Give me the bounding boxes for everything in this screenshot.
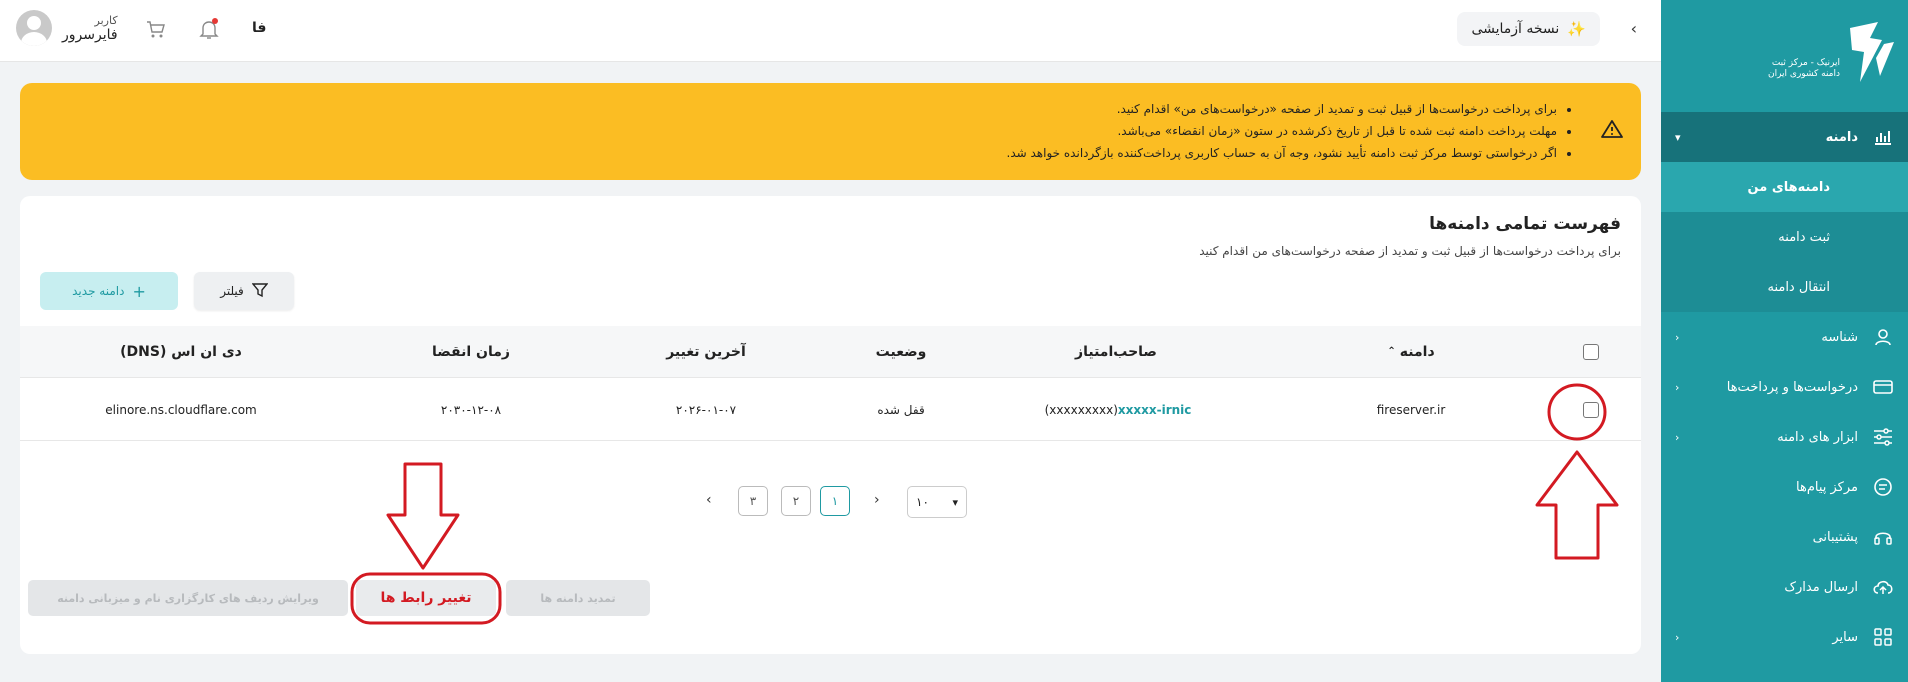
- grid-icon: [1872, 626, 1894, 648]
- card-icon: [1872, 376, 1894, 398]
- language-switch[interactable]: فا: [252, 20, 266, 36]
- cloud-upload-icon: [1872, 576, 1894, 598]
- change-links-button[interactable]: تغییر رابط ها: [356, 580, 496, 616]
- plus-icon: +: [132, 281, 146, 301]
- header-expiry: زمان انقضا: [432, 343, 510, 360]
- prev-page-icon[interactable]: ›: [706, 492, 712, 508]
- filter-icon: [251, 282, 269, 301]
- owner-link[interactable]: xxxxx-irnic: [1118, 403, 1191, 417]
- chevron-down-icon: ▾: [952, 495, 958, 509]
- sidebar-item-identity[interactable]: شناسه ‹: [1661, 312, 1908, 362]
- renew-domains-button[interactable]: تمدید دامنه ها: [506, 580, 650, 616]
- header-dns: دی ان اس (DNS): [120, 343, 242, 360]
- chevron-left-icon: ‹: [1675, 330, 1680, 344]
- chevron-left-icon: ‹: [1675, 430, 1680, 444]
- sidebar-item-support[interactable]: پشتیبانی: [1661, 512, 1908, 562]
- next-page-icon[interactable]: ‹: [874, 492, 880, 508]
- user-menu[interactable]: کاربر فایرسرور: [16, 10, 118, 46]
- cell-domain: fireserver.ir: [1376, 402, 1446, 417]
- user-info: کاربر فایرسرور: [62, 13, 118, 43]
- sidebar-item-send-documents[interactable]: ارسال مدارک: [1661, 562, 1908, 612]
- edit-records-button[interactable]: ویرایش ردیف های کارگزاری نام و میزبانی د…: [28, 580, 348, 616]
- chart-icon: [1872, 126, 1894, 148]
- cell-status: قفل شده: [877, 402, 925, 417]
- page-size-select[interactable]: ▾ ۱۰: [907, 486, 967, 518]
- sidebar-item-domain[interactable]: دامنه ▾: [1661, 112, 1908, 162]
- sidebar-item-other[interactable]: سایر ‹: [1661, 612, 1908, 662]
- chevron-right-icon[interactable]: ›: [1631, 19, 1637, 38]
- trial-badge[interactable]: ✨ نسخه آزمایشی: [1457, 12, 1600, 46]
- sidebar-item-register-domain[interactable]: ثبت دامنه: [1661, 212, 1908, 262]
- chevron-left-icon: ‹: [1675, 380, 1680, 394]
- alert-line: برای پرداخت درخواست‌ها از قبیل ثبت و تمد…: [40, 98, 1557, 120]
- select-all-checkbox[interactable]: [1583, 343, 1599, 360]
- irnic-logo-icon: [1850, 22, 1894, 82]
- cell-owner: xxxxx-irnic (xxxxxxxxx): [1044, 402, 1192, 417]
- header-domain[interactable]: دامنه ⌃: [1351, 326, 1471, 377]
- alert-list: برای پرداخت درخواست‌ها از قبیل ثبت و تمد…: [40, 98, 1577, 164]
- cart-icon[interactable]: [145, 18, 167, 40]
- chevron-down-icon: ▾: [1675, 130, 1681, 144]
- table-header: دامنه ⌃ صاحب‌امتیاز وضعیت آخرین تغییر زم…: [20, 326, 1641, 378]
- row-checkbox[interactable]: [1583, 401, 1599, 418]
- header-last-change: آخرین تغییر: [666, 343, 746, 360]
- avatar[interactable]: [16, 10, 52, 46]
- user-icon: [1872, 326, 1894, 348]
- page-button-3[interactable]: ۳: [738, 486, 768, 516]
- page-title: فهرست تمامی دامنه‌ها: [1429, 214, 1621, 234]
- sidebar-item-requests[interactable]: درخواست‌ها و پرداخت‌ها ‹: [1661, 362, 1908, 412]
- alert-line: اگر درخواستی توسط مرکز ثبت دامنه تأیید ن…: [40, 142, 1557, 164]
- header-owner: صاحب‌امتیاز: [1075, 343, 1157, 360]
- sliders-icon: [1872, 426, 1894, 448]
- row-select-cell: [1571, 379, 1611, 440]
- filter-button[interactable]: فیلتر: [194, 272, 294, 310]
- domain-submenu: دامنه‌های من ثبت دامنه انتقال دامنه: [1661, 162, 1908, 312]
- sidebar-item-domain-tools[interactable]: ابزار های دامنه ‹: [1661, 412, 1908, 462]
- headset-icon: [1872, 526, 1894, 548]
- cell-expiry: ۲۰۳۰-۱۲-۰۸: [440, 402, 502, 417]
- page-button-2[interactable]: ۲: [781, 486, 811, 516]
- sidebar-item-my-domains[interactable]: دامنه‌های من: [1661, 162, 1908, 212]
- info-alert: برای پرداخت درخواست‌ها از قبیل ثبت و تمد…: [20, 83, 1641, 180]
- domains-card: فهرست تمامی دامنه‌ها برای پرداخت درخواست…: [20, 196, 1641, 654]
- chevron-left-icon: ‹: [1675, 630, 1680, 644]
- cell-last-change: ۲۰۲۶-۰۱-۰۷: [675, 402, 737, 417]
- message-icon: [1872, 476, 1894, 498]
- sort-up-icon: ⌃: [1387, 346, 1396, 357]
- warning-icon: [1601, 119, 1623, 146]
- table-row: fireserver.ir xxxxx-irnic (xxxxxxxxx) قف…: [20, 379, 1641, 441]
- sidebar-item-message-center[interactable]: مرکز پیام‌ها: [1661, 462, 1908, 512]
- logo-text: ایرنیک - مرکز ثبت دامنه کشوری ایران: [1767, 58, 1840, 79]
- bell-icon[interactable]: [198, 18, 220, 40]
- page-subtitle: برای پرداخت درخواست‌ها از قبیل ثبت و تمد…: [1199, 244, 1621, 258]
- select-all-cell: [1571, 326, 1611, 377]
- sidebar-item-transfer-domain[interactable]: انتقال دامنه: [1661, 262, 1908, 312]
- header-status: وضعیت: [875, 343, 927, 360]
- alert-line: مهلت پرداخت دامنه ثبت شده تا قبل از تاری…: [40, 120, 1557, 142]
- cell-dns: elinore.ns.cloudflare.com: [105, 402, 257, 417]
- sparkle-icon: ✨: [1567, 20, 1586, 38]
- new-domain-button[interactable]: + دامنه جدید: [40, 272, 178, 310]
- top-header: › ✨ نسخه آزمایشی فا کاربر فایرسرور: [0, 0, 1661, 62]
- sidebar: ایرنیک - مرکز ثبت دامنه کشوری ایران دامن…: [1661, 0, 1908, 682]
- logo[interactable]: ایرنیک - مرکز ثبت دامنه کشوری ایران: [1661, 0, 1908, 112]
- page-button-1[interactable]: ۱: [820, 486, 850, 516]
